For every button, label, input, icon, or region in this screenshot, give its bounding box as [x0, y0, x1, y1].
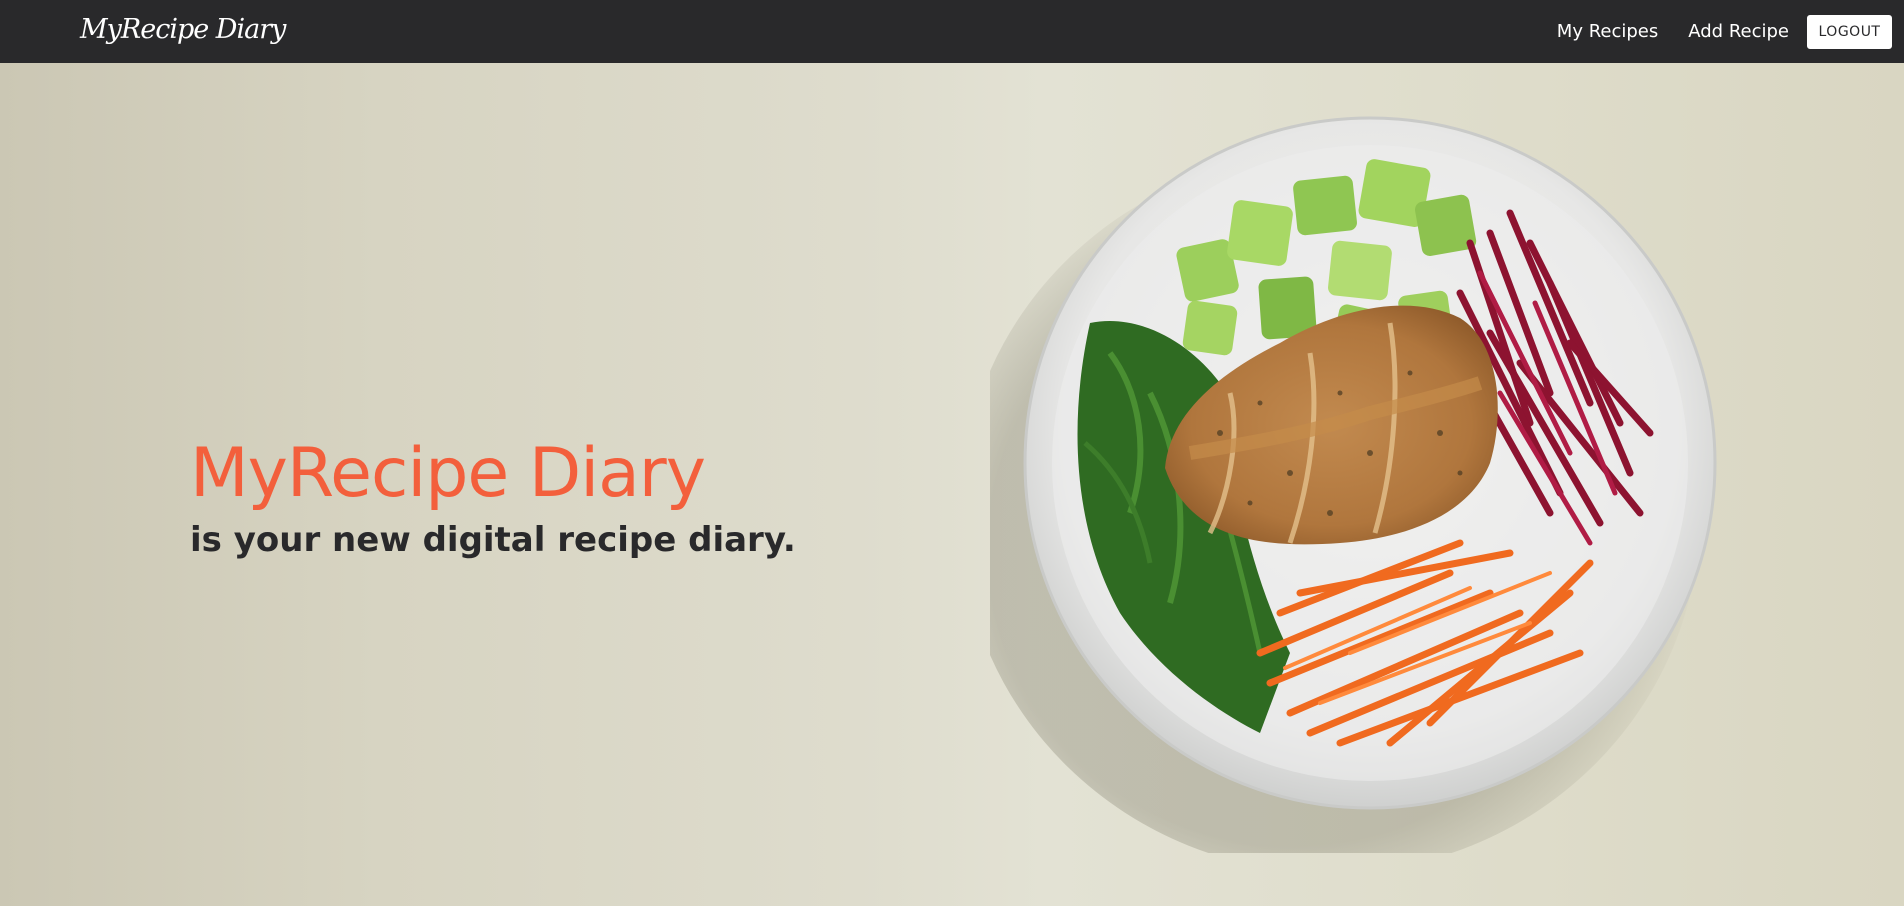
hero-title: MyRecipe Diary — [190, 434, 706, 513]
hero-section: MyRecipe Diary is your new digital recip… — [0, 63, 1904, 906]
nav-link-add-recipe[interactable]: Add Recipe — [1688, 21, 1789, 42]
top-navbar: MyRecipe Diary My Recipes Add Recipe LOG… — [0, 0, 1904, 63]
nav-links: My Recipes Add Recipe LOGOUT — [1557, 0, 1892, 63]
nav-link-my-recipes[interactable]: My Recipes — [1557, 21, 1658, 42]
brand-logo[interactable]: MyRecipe Diary — [80, 10, 286, 50]
salad-bowl-image — [990, 116, 1717, 853]
hero-subtitle: is your new digital recipe diary. — [190, 520, 796, 560]
logout-button[interactable]: LOGOUT — [1807, 14, 1892, 49]
